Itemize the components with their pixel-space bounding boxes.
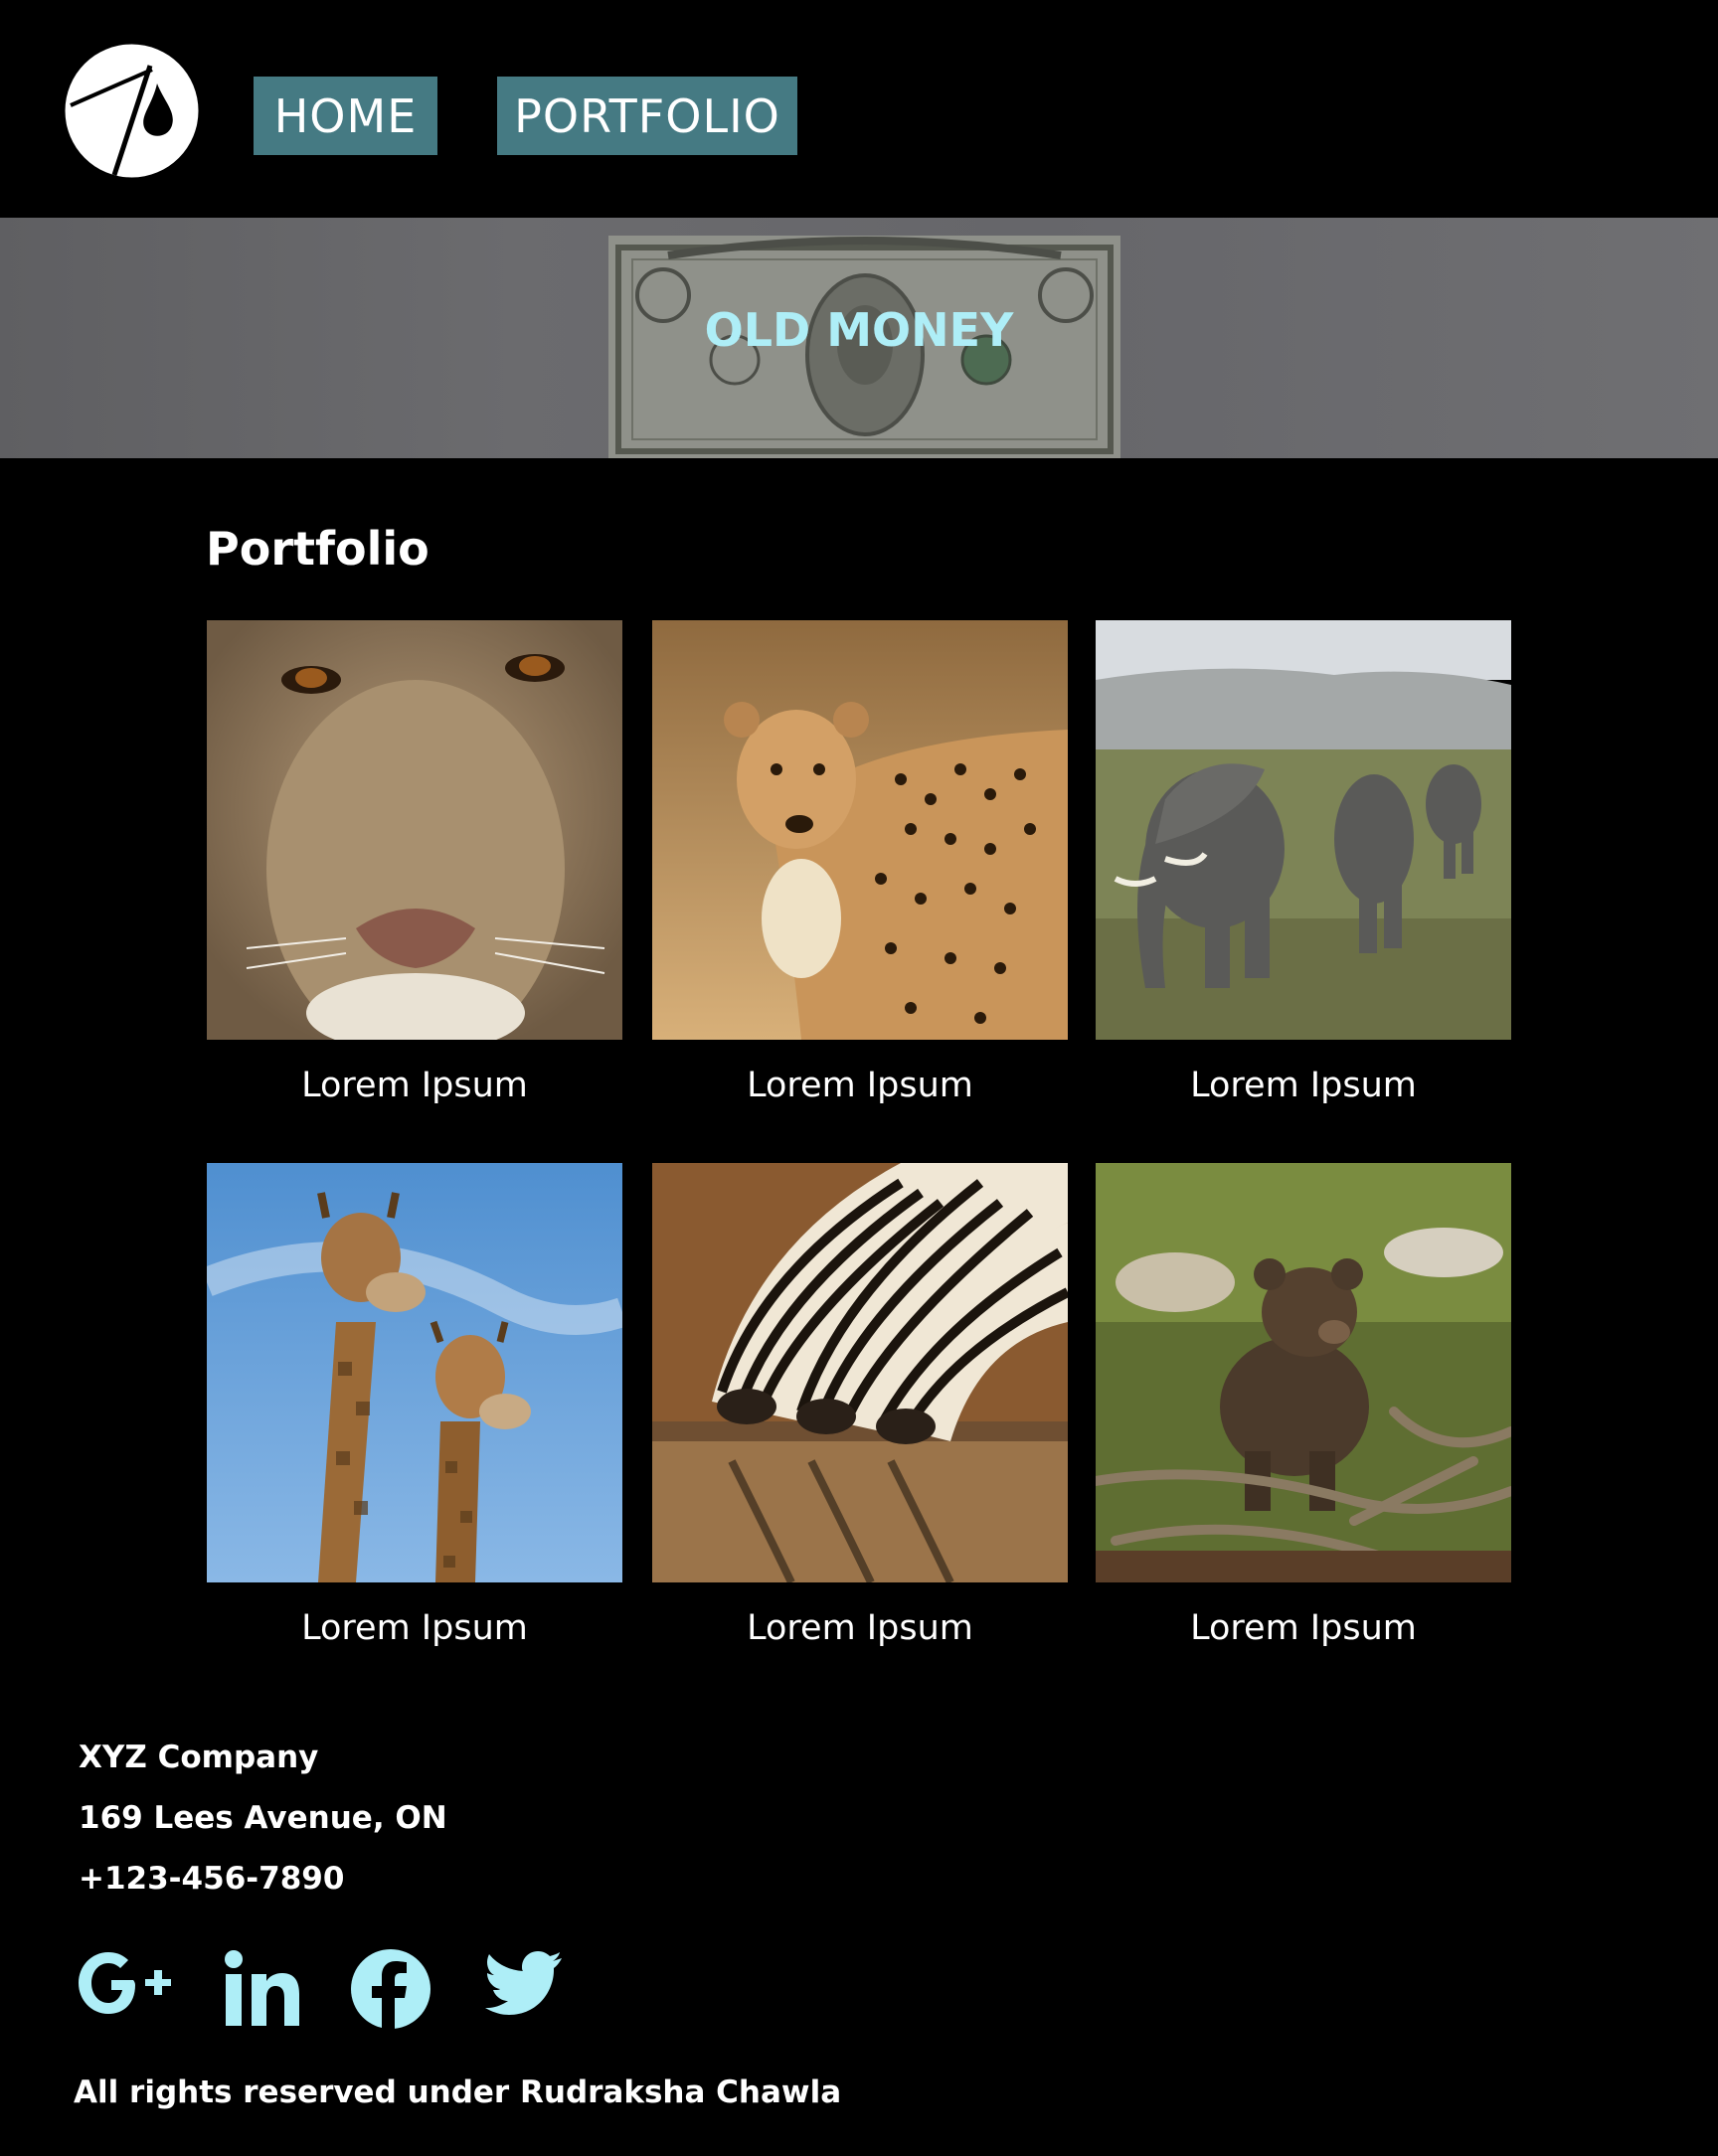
hero-banner: OLD MONEY xyxy=(0,218,1718,458)
portfolio-item-bear-cub[interactable]: Lorem Ipsum xyxy=(1096,1163,1511,1648)
nav-portfolio-button[interactable]: PORTFOLIO xyxy=(497,77,797,155)
brand-logo-icon[interactable] xyxy=(65,44,199,178)
portfolio-item-elephants[interactable]: Lorem Ipsum xyxy=(1096,620,1511,1105)
linkedin-icon[interactable] xyxy=(225,1948,300,2028)
twitter-icon[interactable] xyxy=(484,1948,564,2018)
google-plus-icon[interactable] xyxy=(76,1948,179,2018)
nav-home-button[interactable]: HOME xyxy=(254,77,437,155)
portfolio-item-lioness[interactable]: Lorem Ipsum xyxy=(207,620,622,1105)
cheetah-image xyxy=(652,620,1068,1040)
company-name: XYZ Company xyxy=(79,1740,319,1775)
facebook-icon[interactable] xyxy=(350,1948,431,2030)
zebras-image xyxy=(652,1163,1068,1582)
portfolio-caption: Lorem Ipsum xyxy=(747,1608,973,1648)
portfolio-caption: Lorem Ipsum xyxy=(301,1608,528,1648)
portfolio-heading: Portfolio xyxy=(206,522,430,576)
company-address: 169 Lees Avenue, ON xyxy=(79,1800,447,1836)
copyright-text: All rights reserved under Rudraksha Chaw… xyxy=(74,2074,842,2110)
elephants-image xyxy=(1096,620,1511,1040)
bear-cub-image xyxy=(1096,1163,1511,1582)
giraffes-image xyxy=(207,1163,622,1582)
portfolio-caption: Lorem Ipsum xyxy=(301,1066,528,1105)
lioness-image xyxy=(207,620,622,1040)
portfolio-caption: Lorem Ipsum xyxy=(747,1066,973,1105)
portfolio-item-giraffes[interactable]: Lorem Ipsum xyxy=(207,1163,622,1648)
portfolio-item-cheetah[interactable]: Lorem Ipsum xyxy=(652,620,1068,1105)
hero-title: OLD MONEY xyxy=(704,303,1014,357)
portfolio-caption: Lorem Ipsum xyxy=(1190,1066,1417,1105)
company-phone: +123-456-7890 xyxy=(79,1861,345,1897)
portfolio-caption: Lorem Ipsum xyxy=(1190,1608,1417,1648)
portfolio-item-zebras[interactable]: Lorem Ipsum xyxy=(652,1163,1068,1648)
site-header: HOME PORTFOLIO xyxy=(0,0,1718,218)
